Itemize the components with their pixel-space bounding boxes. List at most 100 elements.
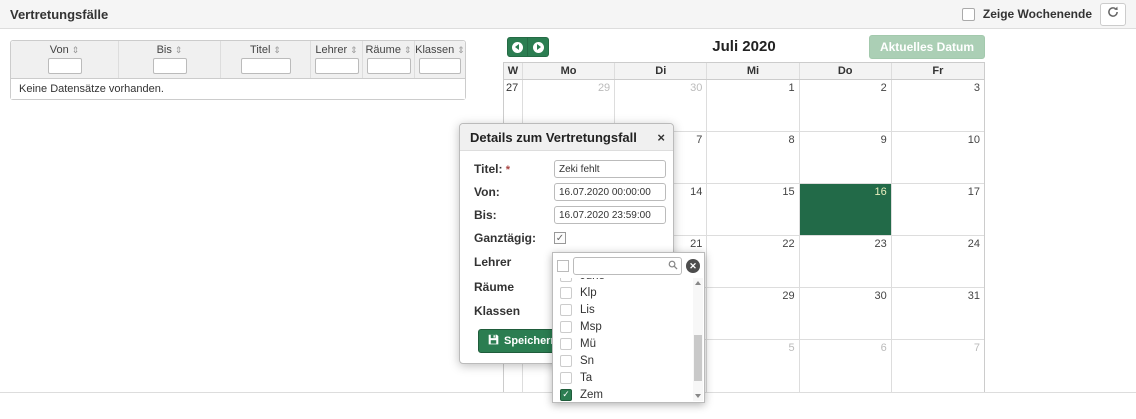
lehrer-dropdown-panel: ✕ Juhe Klp Lis Msp Mü Sn Ta ✓ Zem (552, 252, 705, 403)
close-icon[interactable]: × (657, 131, 665, 144)
table-empty-message: Keine Datensätze vorhanden. (11, 79, 465, 99)
bis-row: Bis: (474, 206, 663, 224)
option-checkbox[interactable] (560, 304, 572, 316)
option-checkbox[interactable] (560, 372, 572, 384)
calendar-day-cell[interactable]: 3 (892, 80, 984, 131)
titel-input[interactable] (554, 160, 666, 178)
von-input[interactable] (554, 183, 666, 201)
column-filter-input[interactable] (419, 58, 461, 74)
day-header-cell: W (504, 63, 523, 79)
lehrer-label: Lehrer (474, 255, 554, 269)
dropdown-option[interactable]: Sn (553, 352, 704, 369)
table-column-header[interactable]: Titel⇕ (221, 41, 311, 78)
ganztaegig-checkbox[interactable]: ✓ (554, 232, 566, 244)
next-month-button[interactable] (528, 37, 549, 57)
show-weekend-checkbox[interactable] (962, 8, 975, 21)
option-checkbox[interactable] (560, 278, 572, 282)
calendar-day-cell[interactable]: 10 (892, 132, 984, 183)
dropdown-scrollbar[interactable] (693, 278, 703, 401)
dropdown-option[interactable]: Klp (553, 284, 704, 301)
calendar-day-cell[interactable]: 5 (707, 340, 799, 392)
table-column-header[interactable]: Räume⇕ (363, 41, 415, 78)
show-weekend-label: Zeige Wochenende (983, 7, 1092, 21)
option-label: Lis (580, 304, 595, 316)
titel-label: Titel: * (474, 162, 554, 176)
scroll-up-icon[interactable] (695, 281, 701, 285)
bis-label: Bis: (474, 208, 554, 222)
search-icon (668, 257, 678, 275)
column-filter-input[interactable] (153, 58, 187, 74)
calendar-day-cell[interactable]: 9 (800, 132, 892, 183)
option-label: Zem (580, 389, 603, 401)
calendar-day-cell[interactable]: 31 (892, 288, 984, 339)
substitutions-table: Von⇕ Bis⇕ Titel⇕ Lehrer⇕ Räume⇕ Klassen⇕… (10, 40, 466, 100)
refresh-button[interactable] (1100, 3, 1126, 26)
table-column-header[interactable]: Bis⇕ (119, 41, 221, 78)
required-marker: * (506, 164, 510, 176)
column-filter-input[interactable] (367, 58, 411, 74)
klassen-label: Klassen (474, 304, 554, 318)
calendar-day-cell[interactable]: 16 (800, 184, 892, 235)
day-header-cell: Mi (707, 63, 799, 79)
calendar-day-cell[interactable]: 17 (892, 184, 984, 235)
scrollbar-thumb[interactable] (694, 335, 702, 382)
table-column-header[interactable]: Klassen⇕ (415, 41, 465, 78)
clear-icon: ✕ (689, 261, 697, 272)
calendar-day-cell[interactable]: 22 (707, 236, 799, 287)
dropdown-option[interactable]: Msp (553, 318, 704, 335)
calendar-day-cell[interactable]: 2 (800, 80, 892, 131)
arrow-circle-right-icon (533, 42, 544, 53)
select-all-checkbox[interactable] (557, 260, 569, 272)
current-date-button[interactable]: Aktuelles Datum (869, 35, 985, 59)
clear-search-button[interactable]: ✕ (686, 259, 700, 273)
option-checkbox[interactable] (560, 287, 572, 299)
day-header-cell: Fr (892, 63, 984, 79)
table-column-header[interactable]: Von⇕ (11, 41, 119, 78)
calendar-day-cell[interactable]: 30 (800, 288, 892, 339)
refresh-icon (1107, 5, 1119, 23)
sort-icon[interactable]: ⇕ (175, 45, 183, 55)
sort-icon[interactable]: ⇕ (350, 45, 358, 55)
calendar-day-cell[interactable]: 15 (707, 184, 799, 235)
save-button-label: Speichern (504, 335, 557, 347)
column-label: Lehrer (315, 44, 347, 56)
day-header-cell: Do (800, 63, 892, 79)
modal-title: Details zum Vertretungsfall (470, 130, 637, 145)
sort-icon[interactable]: ⇕ (404, 45, 412, 55)
option-checkbox[interactable] (560, 321, 572, 333)
column-filter-input[interactable] (315, 58, 359, 74)
calendar-day-header-row: WMoDiMiDoFr (504, 63, 984, 80)
calendar-day-cell[interactable]: 29 (707, 288, 799, 339)
calendar-day-cell[interactable]: 24 (892, 236, 984, 287)
dropdown-option[interactable]: Mü (553, 335, 704, 352)
column-label: Von (50, 44, 69, 56)
previous-month-button[interactable] (507, 37, 528, 57)
bis-input[interactable] (554, 206, 666, 224)
table-column-header[interactable]: Lehrer⇕ (311, 41, 363, 78)
calendar-day-cell[interactable]: 23 (800, 236, 892, 287)
dropdown-search-input[interactable] (573, 257, 682, 275)
substitution-table-header: Von⇕ Bis⇕ Titel⇕ Lehrer⇕ Räume⇕ Klassen⇕ (11, 41, 465, 79)
dropdown-option-list: Juhe Klp Lis Msp Mü Sn Ta ✓ Zem (553, 278, 704, 402)
column-label: Titel (250, 44, 270, 56)
option-checkbox[interactable] (560, 338, 572, 350)
calendar-day-cell[interactable]: 1 (707, 80, 799, 131)
sort-icon[interactable]: ⇕ (273, 45, 281, 55)
arrow-circle-left-icon (512, 42, 523, 53)
calendar-day-cell[interactable]: 8 (707, 132, 799, 183)
scroll-down-icon[interactable] (695, 394, 701, 398)
sort-icon[interactable]: ⇕ (457, 45, 465, 55)
calendar-day-cell[interactable]: 6 (800, 340, 892, 392)
save-icon (488, 334, 499, 348)
calendar-day-cell[interactable]: 7 (892, 340, 984, 392)
option-checkbox[interactable] (560, 355, 572, 367)
option-checkbox[interactable]: ✓ (560, 389, 572, 401)
dropdown-option[interactable]: Ta (553, 369, 704, 386)
column-filter-input[interactable] (241, 58, 291, 74)
calendar-toolbar: Juli 2020 Aktuelles Datum (503, 32, 985, 62)
day-header-cell: Di (615, 63, 707, 79)
sort-icon[interactable]: ⇕ (72, 45, 80, 55)
dropdown-option[interactable]: ✓ Zem (553, 386, 704, 402)
column-filter-input[interactable] (48, 58, 82, 74)
dropdown-option[interactable]: Lis (553, 301, 704, 318)
